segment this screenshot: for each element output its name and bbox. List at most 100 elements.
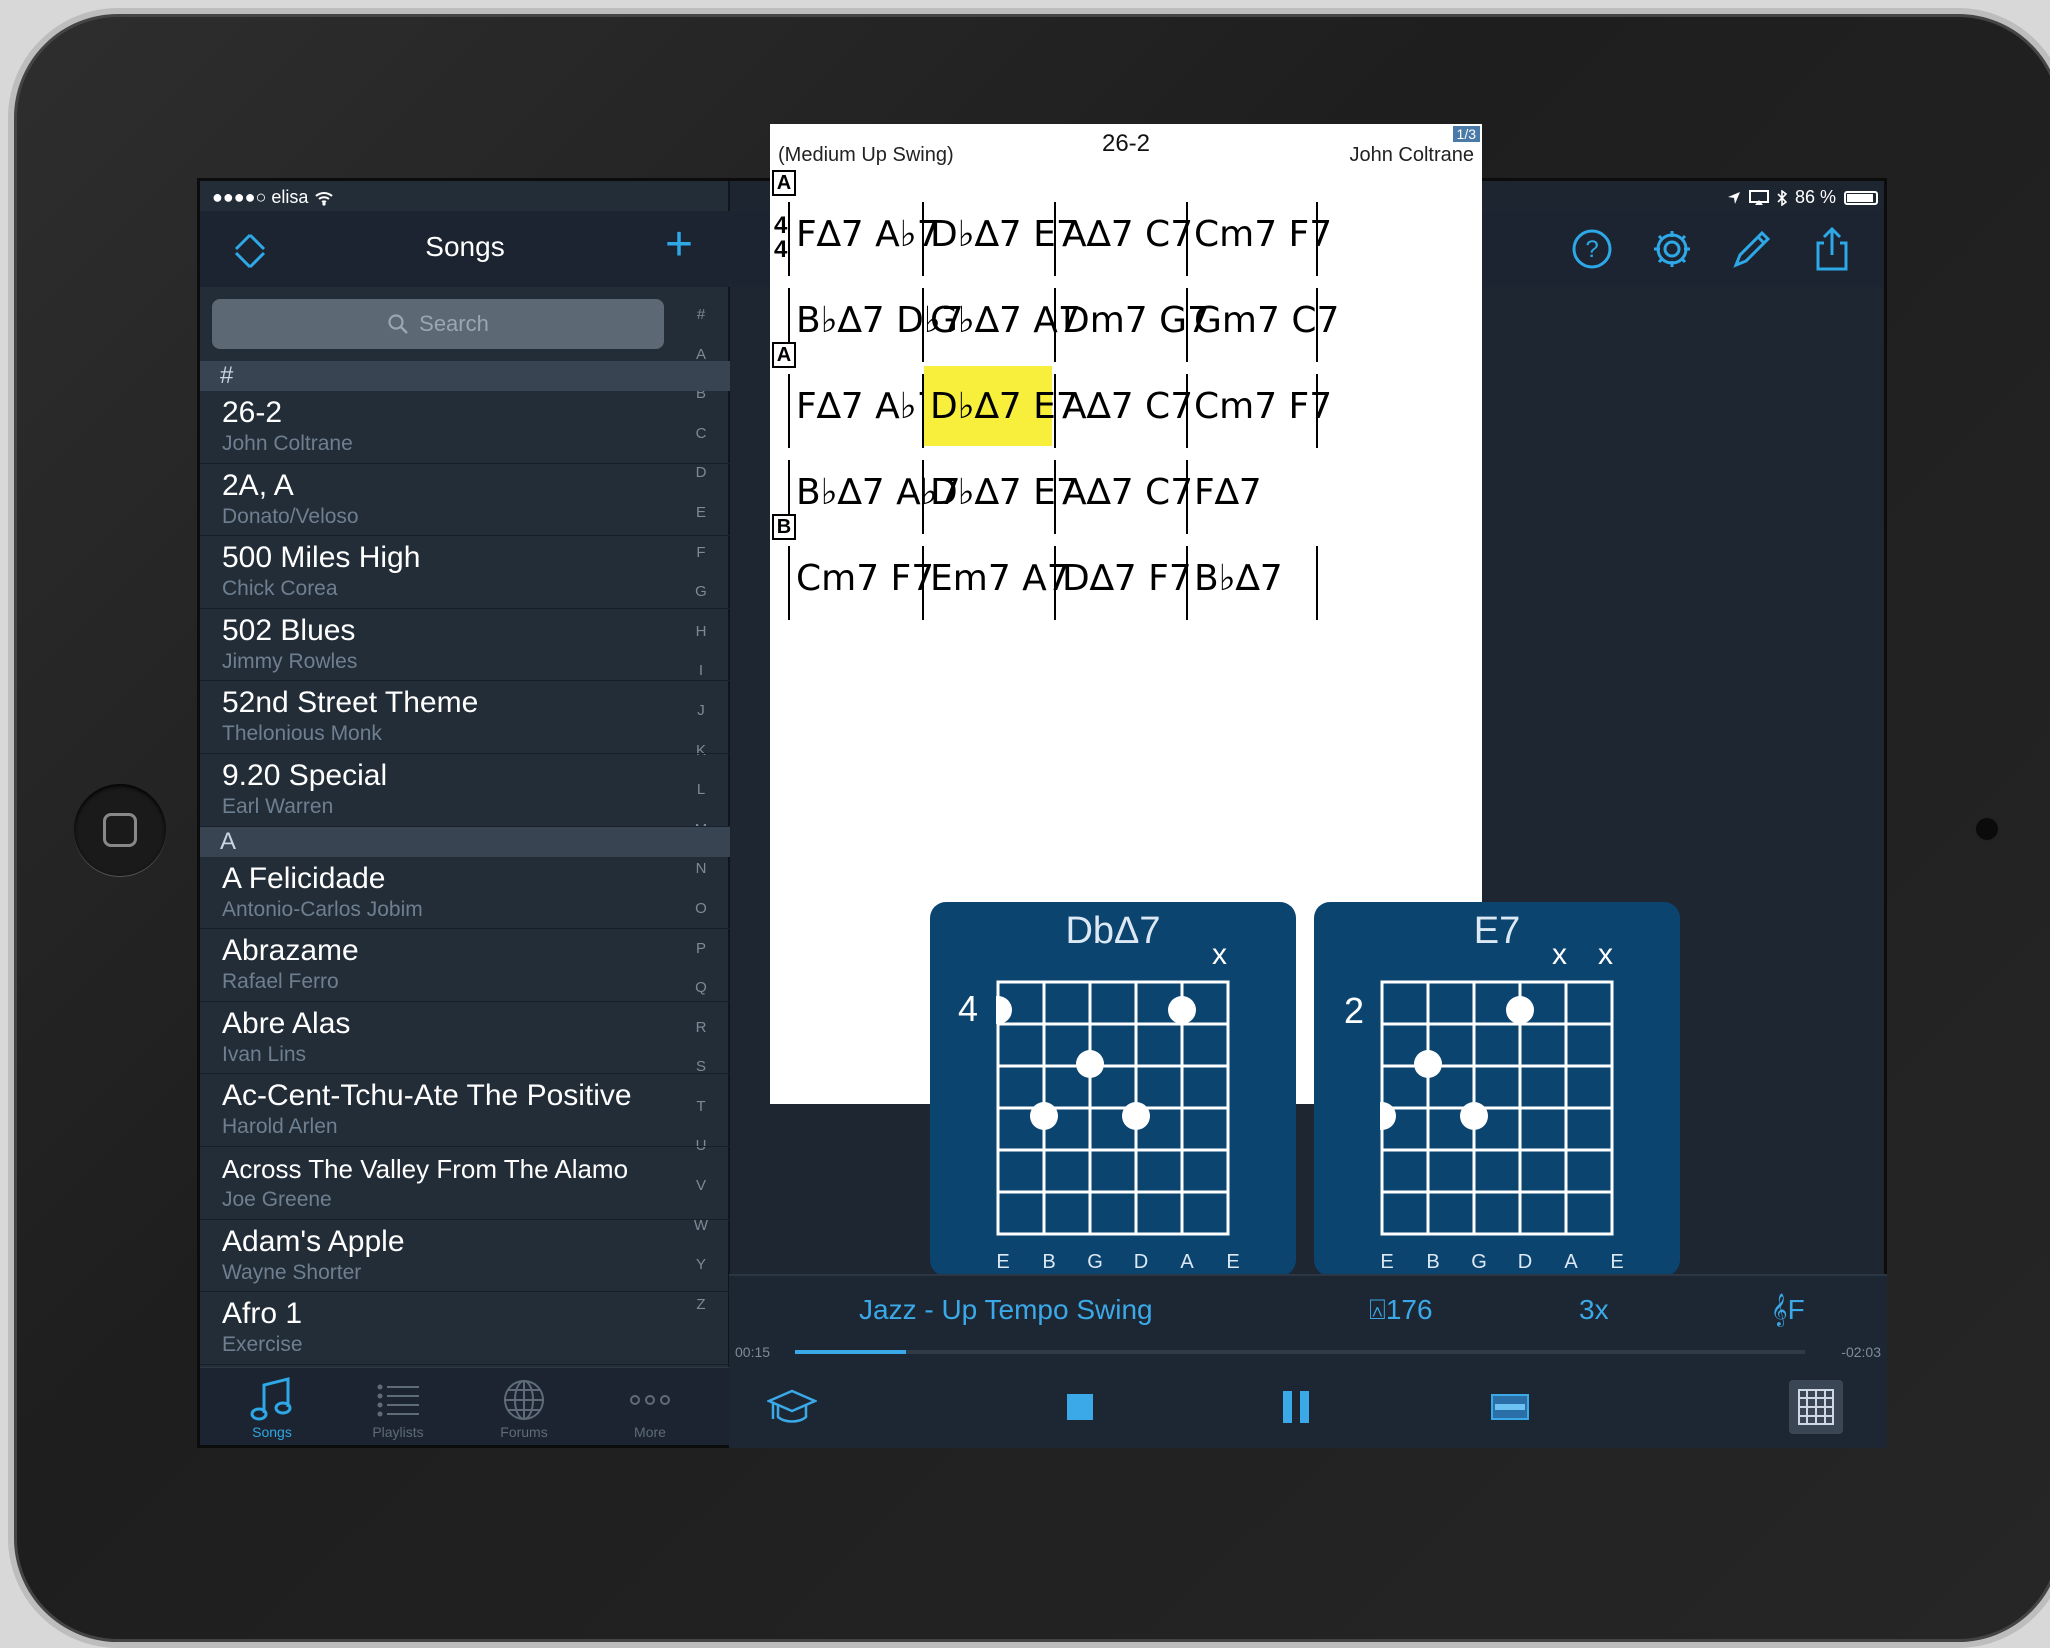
search-input[interactable]: Search [212, 299, 664, 349]
graduation-cap-icon [767, 1389, 817, 1423]
player-bar: Jazz - Up Tempo Swing ⍓176 3x 𝄞F 00:15 -… [729, 1274, 1887, 1448]
section-header: # [200, 361, 730, 391]
clef-icon: 𝄞 [1771, 1294, 1788, 1325]
tab-bar: Songs Playlists Forums More [200, 1367, 730, 1445]
index-letter[interactable]: # [688, 295, 714, 335]
song-title: Abrazame [222, 934, 359, 968]
song-row[interactable]: Across The Valley From The Alamo Joe Gree… [200, 1147, 730, 1220]
song-artist: Donato/Veloso [222, 504, 359, 528]
song-row[interactable]: 502 Blues Jimmy Rowles [200, 609, 730, 682]
song-title: Abre Alas [222, 1006, 351, 1040]
fret-number: 4 [958, 988, 979, 1029]
song-artist: Exercise [222, 1333, 303, 1357]
stop-button[interactable] [1053, 1380, 1107, 1434]
tab-playlists[interactable]: Playlists [338, 1376, 458, 1440]
songs-navbar: Songs + [200, 211, 730, 287]
muted-string: x [1598, 938, 1613, 971]
song-row[interactable]: 26-2 John Coltrane [200, 391, 730, 464]
chord-bar[interactable]: D∆7 F7 [1056, 538, 1192, 618]
search-icon [388, 314, 408, 334]
tab-songs[interactable]: Songs [212, 1376, 332, 1440]
song-artist: John Coltrane [222, 432, 353, 455]
song-artist: Harold Arlen [222, 1115, 338, 1139]
sheet-composer: John Coltrane [1349, 144, 1474, 166]
tab-songs-label: Songs [252, 1424, 292, 1440]
song-title: 9.20 Special [222, 758, 388, 792]
song-row[interactable]: Afro 1 Exercise [200, 1292, 730, 1365]
music-note-icon [250, 1377, 292, 1421]
songs-panel: ●●●●○ elisa Songs + Search # A B C D E F G H I J K L… [200, 181, 730, 1445]
key-value: F [1787, 1294, 1805, 1325]
string-labels: E B G D A E [980, 1251, 1256, 1274]
tab-forums[interactable]: Forums [464, 1376, 584, 1440]
camera [1976, 818, 1998, 840]
page-title: Songs [425, 231, 505, 262]
add-song-button[interactable]: + [655, 221, 703, 271]
song-title: 500 Miles High [222, 541, 421, 575]
stop-icon [1067, 1394, 1093, 1420]
search-placeholder: Search [419, 311, 489, 336]
tab-more[interactable]: More [590, 1376, 710, 1440]
rehearsal-mark: A [772, 342, 796, 368]
share-icon[interactable] [1808, 225, 1856, 273]
wifi-icon [315, 191, 334, 206]
chord-system: B Cm7 F7 Em7 A7 D∆7 F7 B♭∆7 [770, 514, 1482, 628]
pause-button[interactable] [1269, 1380, 1323, 1434]
progress-fill [795, 1350, 907, 1354]
chord-bar[interactable]: B♭∆7 [1188, 538, 1314, 618]
tab-playlists-label: Playlists [372, 1424, 424, 1440]
song-artist: Ivan Lins [222, 1042, 307, 1066]
song-row[interactable]: Ac-Cent-Tchu-Ate The Positive Harold Arle… [200, 1074, 730, 1147]
song-artist: Rafael Ferro [222, 970, 339, 994]
song-row[interactable]: 9.20 Special Earl Warren [200, 754, 730, 827]
muted-string: x [1552, 938, 1567, 971]
player-style[interactable]: Jazz - Up Tempo Swing [859, 1294, 1153, 1326]
string-label: B [1426, 1251, 1440, 1273]
practice-button[interactable] [765, 1380, 819, 1434]
string-label: E [1226, 1251, 1240, 1273]
song-row[interactable]: Abrazame Rafael Ferro [200, 929, 730, 1002]
string-label: D [1517, 1251, 1533, 1273]
chord-name: DbΔ7 [1065, 910, 1161, 952]
fret-number: 2 [1344, 990, 1365, 1031]
pause-icon [1283, 1391, 1309, 1423]
string-label: B [1042, 1251, 1056, 1273]
tempo-button[interactable]: ⍓176 [1369, 1294, 1433, 1327]
gear-icon[interactable] [1648, 225, 1696, 273]
chord-diagram-2: E7 2 x x E B G D A E [1314, 902, 1680, 1276]
song-row[interactable]: A Felicidade Antonio-Carlos Jobim [200, 857, 730, 930]
rehearsal-mark: A [772, 170, 796, 196]
tab-forums-label: Forums [500, 1424, 548, 1440]
fretboard [1380, 980, 1614, 1236]
barline [1316, 546, 1318, 620]
chord-diagram-1: DbΔ7 4 x E B G D A E [930, 902, 1296, 1276]
help-icon[interactable]: ? [1568, 225, 1616, 273]
song-row[interactable]: 500 Miles High Chick Corea [200, 536, 730, 609]
song-row[interactable]: 52nd Street Theme Thelonious Monk [200, 681, 730, 754]
pencil-icon[interactable] [1728, 225, 1776, 273]
song-row[interactable]: Abre Alas Ivan Lins [200, 1002, 730, 1075]
song-row[interactable]: Adam's Apple Wayne Shorter [200, 1220, 730, 1293]
chord-name: E7 [1473, 910, 1521, 952]
mixer-button[interactable] [1483, 1380, 1537, 1434]
mixer-icon [1491, 1394, 1529, 1420]
chord-bar[interactable]: Em7 A7 [924, 538, 1070, 618]
song-artist: Jimmy Rowles [222, 649, 358, 673]
tab-more-label: More [634, 1424, 666, 1440]
key-button[interactable]: 𝄞F [1771, 1294, 1805, 1327]
time-signature: 4 4 [774, 212, 788, 263]
home-button[interactable] [74, 784, 166, 876]
grid-icon [1798, 1389, 1834, 1425]
song-artist: Thelonious Monk [222, 722, 382, 746]
string-label: E [996, 1251, 1010, 1273]
repeats-button[interactable]: 3x [1579, 1294, 1609, 1326]
string-label: E [1610, 1251, 1624, 1273]
tempo-value: 176 [1385, 1294, 1433, 1325]
string-label: A [1564, 1251, 1578, 1273]
song-row[interactable]: 2A, A Donato/Veloso [200, 464, 730, 537]
page-indicator: 1/3 [1452, 126, 1480, 142]
song-list: #26-2 John Coltrane 2A, A Donato/Veloso 500 … [200, 361, 730, 1371]
progress-track[interactable] [795, 1350, 1805, 1354]
chord-bar[interactable]: Cm7 F7 [790, 538, 934, 618]
grid-view-button[interactable] [1789, 1380, 1843, 1434]
